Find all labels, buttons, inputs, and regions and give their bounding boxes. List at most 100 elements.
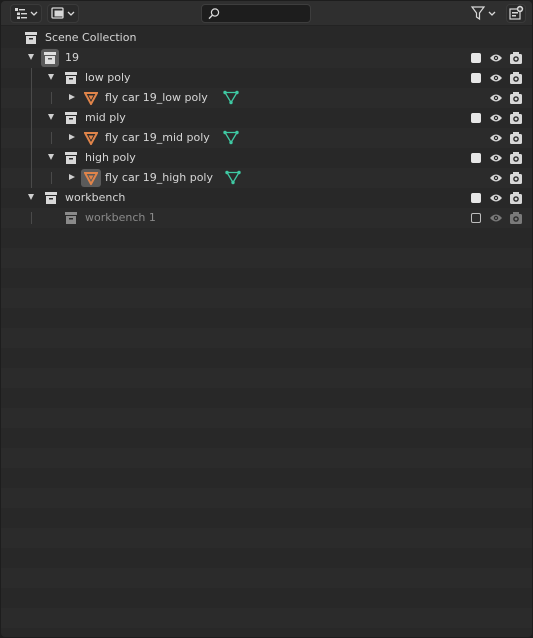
collection-label: high poly [85, 151, 136, 164]
collection-icon [65, 112, 77, 124]
outliner-tree: Scene Collection 19 low poly fly car 19_… [1, 28, 532, 628]
collection-label: 19 [65, 51, 79, 64]
mesh-data-icon[interactable] [225, 170, 241, 185]
image-view-icon [51, 7, 75, 19]
empty-row [1, 308, 532, 328]
collection-icon [65, 72, 77, 84]
collection-icon [45, 192, 57, 204]
expand-toggle[interactable] [48, 114, 54, 120]
empty-row [1, 508, 532, 528]
tree-guide-line [31, 108, 32, 128]
eye-icon[interactable] [489, 152, 503, 164]
expand-toggle[interactable] [28, 194, 34, 200]
exclude-checkbox[interactable] [471, 213, 481, 223]
eye-icon[interactable] [489, 212, 503, 224]
collection-row-workbench-1[interactable]: workbench 1 [1, 208, 532, 228]
camera-icon[interactable] [509, 71, 523, 85]
expand-toggle[interactable] [48, 154, 54, 160]
empty-row [1, 348, 532, 368]
empty-row [1, 288, 532, 308]
filter-view-dropdown[interactable] [47, 4, 79, 23]
camera-icon[interactable] [509, 191, 523, 205]
eye-icon[interactable] [489, 192, 503, 204]
empty-row [1, 268, 532, 288]
camera-icon[interactable] [509, 91, 523, 105]
camera-icon[interactable] [509, 151, 523, 165]
filter-dropdown[interactable] [469, 4, 499, 23]
empty-row [1, 228, 532, 248]
scene-collection-icon [25, 32, 37, 44]
eye-icon[interactable] [489, 92, 503, 104]
eye-icon[interactable] [489, 52, 503, 64]
new-collection-button[interactable] [506, 4, 526, 23]
scene-collection-row[interactable]: Scene Collection [1, 28, 532, 48]
exclude-checkbox[interactable] [471, 73, 481, 83]
empty-row [1, 328, 532, 348]
mesh-data-icon[interactable] [223, 130, 239, 145]
exclude-checkbox[interactable] [471, 53, 481, 63]
tree-guide-line [51, 132, 52, 144]
display-mode-dropdown[interactable] [10, 4, 42, 23]
empty-row [1, 608, 532, 628]
outliner-view-icon [15, 8, 38, 19]
empty-row [1, 588, 532, 608]
object-row-high-poly[interactable]: fly car 19_high poly [1, 168, 532, 188]
empty-row [1, 448, 532, 468]
expand-toggle[interactable] [48, 74, 54, 80]
eye-icon[interactable] [489, 112, 503, 124]
collection-label: low poly [85, 71, 131, 84]
camera-icon[interactable] [509, 131, 523, 145]
camera-icon[interactable] [509, 211, 523, 225]
camera-icon[interactable] [509, 111, 523, 125]
scene-collection-label: Scene Collection [45, 31, 137, 44]
search-icon [208, 8, 220, 20]
camera-icon[interactable] [509, 51, 523, 65]
exclude-checkbox[interactable] [471, 193, 481, 203]
object-triangle-icon [84, 92, 98, 105]
funnel-icon [470, 6, 496, 21]
collection-label: workbench 1 [85, 211, 156, 224]
empty-row [1, 548, 532, 568]
empty-row [1, 368, 532, 388]
object-label: fly car 19_high poly [105, 171, 213, 184]
object-triangle-icon [84, 132, 98, 145]
tree-guide-line [31, 128, 32, 148]
collection-row-low-poly[interactable]: low poly [1, 68, 532, 88]
camera-icon[interactable] [509, 171, 523, 185]
expand-toggle[interactable] [69, 174, 75, 180]
outliner-header [1, 1, 532, 26]
tree-guide-line [31, 148, 32, 168]
mesh-data-icon[interactable] [223, 90, 239, 105]
object-row-low-poly[interactable]: fly car 19_low poly [1, 88, 532, 108]
object-triangle-icon [84, 172, 98, 185]
exclude-checkbox[interactable] [471, 153, 481, 163]
object-label: fly car 19_low poly [105, 91, 208, 104]
collection-icon [44, 52, 56, 64]
empty-row [1, 248, 532, 268]
empty-row [1, 488, 532, 508]
exclude-checkbox[interactable] [471, 113, 481, 123]
collection-row-mid-ply[interactable]: mid ply [1, 108, 532, 128]
eye-icon[interactable] [489, 172, 503, 184]
eye-icon[interactable] [489, 72, 503, 84]
collection-row-19[interactable]: 19 [1, 48, 532, 68]
collection-label: workbench [65, 191, 126, 204]
eye-icon[interactable] [489, 132, 503, 144]
expand-toggle[interactable] [69, 94, 75, 100]
collection-icon [65, 152, 77, 164]
tree-guide-line [31, 212, 32, 224]
tree-guide-line [31, 68, 32, 88]
collection-row-high-poly[interactable]: high poly [1, 148, 532, 168]
collection-row-workbench[interactable]: workbench [1, 188, 532, 208]
search-input[interactable] [224, 6, 306, 21]
expand-toggle[interactable] [28, 54, 34, 60]
tree-guide-line [31, 168, 32, 188]
tree-guide-line [31, 88, 32, 108]
expand-toggle[interactable] [69, 134, 75, 140]
object-label: fly car 19_mid poly [105, 131, 210, 144]
tree-guide-line [51, 92, 52, 104]
empty-row [1, 408, 532, 428]
outliner-panel: Scene Collection 19 low poly fly car 19_… [1, 1, 532, 637]
search-field[interactable] [201, 4, 311, 23]
object-row-mid-poly[interactable]: fly car 19_mid poly [1, 128, 532, 148]
